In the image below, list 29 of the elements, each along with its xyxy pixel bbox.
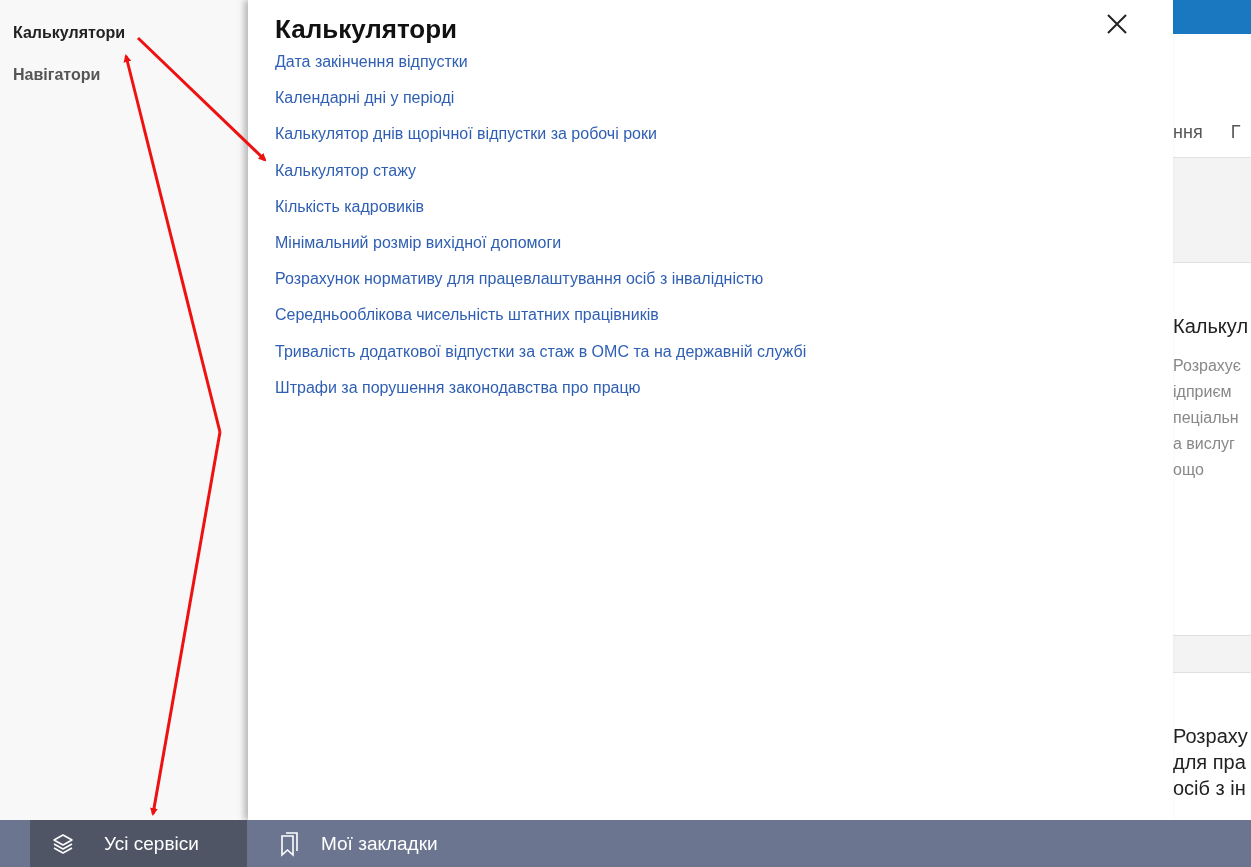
calculator-link[interactable]: Мінімальний розмір вихідної допомоги xyxy=(275,232,562,253)
panel-title: Калькулятори xyxy=(275,14,458,45)
calculator-link[interactable]: Середньооблікова чисельність штатних працівників xyxy=(275,305,659,325)
nav-tab[interactable]: Г xyxy=(1230,122,1241,143)
layers-icon xyxy=(52,832,74,855)
nav-tab[interactable]: ння xyxy=(1173,122,1203,143)
card-text: ідприєм xyxy=(1173,382,1233,402)
sidebar-item[interactable]: Калькулятори xyxy=(13,24,126,42)
calculator-link[interactable]: Кількість кадровиків xyxy=(275,196,425,216)
calculator-link[interactable]: Калькулятор днів щорічної відпустки за робочі роки xyxy=(275,124,657,144)
card-text: пеціальн xyxy=(1173,408,1240,428)
card-text: Розрахує xyxy=(1173,356,1242,376)
close-icon xyxy=(1107,14,1127,34)
calculator-link[interactable]: Календарні дні у періоді xyxy=(275,88,455,108)
card-title: Калькул xyxy=(1173,314,1250,339)
bookmark-icon xyxy=(279,830,301,857)
calculator-link[interactable]: Калькулятор стажу xyxy=(275,160,417,180)
bottom-tab[interactable]: Усі сервіси xyxy=(30,820,247,867)
card-text: а вислуг xyxy=(1173,434,1236,454)
close-button[interactable] xyxy=(1107,14,1127,34)
card-title: осіб з ін xyxy=(1173,776,1247,801)
card-title: Розраху xyxy=(1173,724,1249,749)
calculator-link[interactable]: Штрафи за порушення законодавства про працю xyxy=(275,377,641,397)
sidebar-item[interactable]: Навігатори xyxy=(13,66,101,84)
calculator-link[interactable]: Розрахунок нормативу для працевлаштування осіб з інвалідністю xyxy=(275,269,764,289)
card-title: для пра xyxy=(1173,750,1247,775)
calculator-link[interactable]: Тривалість додаткової відпустки за стаж в ОМС та на державній службі xyxy=(275,341,807,361)
card-text: ощо xyxy=(1173,460,1205,480)
calculator-link[interactable]: Дата закінчення відпустки xyxy=(275,52,468,72)
